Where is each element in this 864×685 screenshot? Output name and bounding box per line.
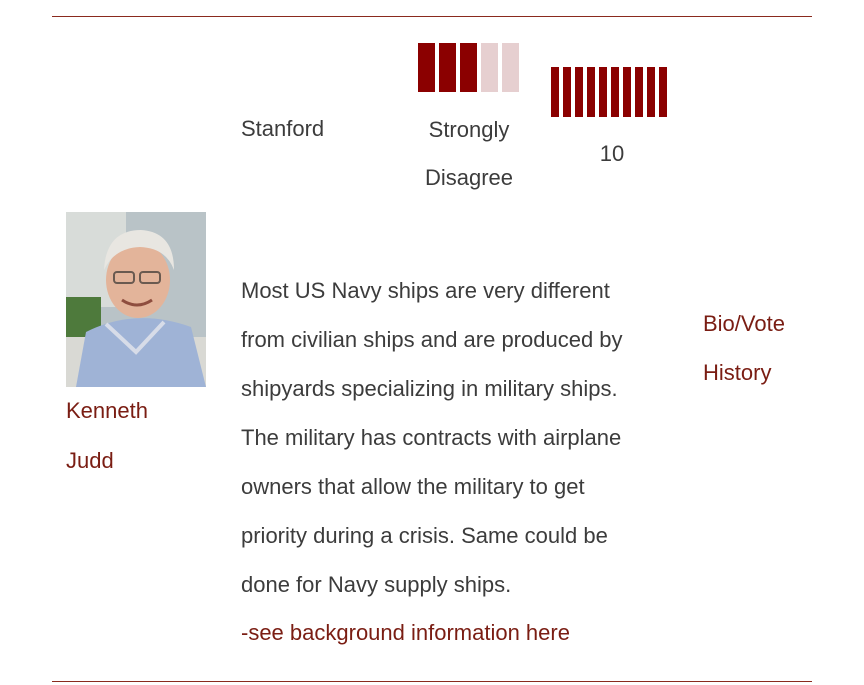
vote-label: Strongly Disagree [400, 106, 538, 202]
confidence-bar-4 [587, 67, 595, 117]
bio-link-line2: History [703, 360, 772, 385]
comment-line: owners that allow the military to get [241, 474, 585, 499]
vote-strength-bars [418, 43, 519, 92]
confidence-bar-10 [659, 67, 667, 117]
confidence-bar-9 [647, 67, 655, 117]
comment-line: from civilian ships and are produced by [241, 327, 623, 352]
participant-name: Kenneth Judd [66, 386, 196, 486]
confidence-bars [551, 67, 667, 117]
confidence-bar-1 [551, 67, 559, 117]
confidence-bar-5 [599, 67, 607, 117]
vote-label-line2: Disagree [424, 165, 514, 190]
bio-vote-history-link[interactable]: Bio/Vote History [703, 299, 813, 397]
top-divider [52, 16, 812, 17]
background-info-link[interactable]: -see background information here [241, 608, 570, 657]
participant-photo [66, 212, 206, 387]
vote-bar-5 [502, 43, 519, 92]
vote-bar-3 [460, 43, 477, 92]
comment-line: The military has contracts with airplane [241, 425, 622, 450]
vote-bar-4 [481, 43, 498, 92]
participant-school: Stanford [241, 116, 325, 141]
confidence-bar-2 [563, 67, 571, 117]
vote-bar-1 [418, 43, 435, 92]
confidence-bar-6 [611, 67, 619, 117]
comment-line: done for Navy supply ships. [241, 572, 512, 597]
confidence-value: 10 [599, 141, 625, 166]
comment-line: shipyards specializing in military ships… [241, 376, 618, 401]
bottom-divider [52, 681, 812, 682]
vote-bar-2 [439, 43, 456, 92]
confidence-bar-7 [623, 67, 631, 117]
confidence-bar-8 [635, 67, 643, 117]
participant-first-name: Kenneth [66, 398, 148, 423]
person-photo-icon [66, 212, 206, 387]
participant-last-name: Judd [66, 448, 114, 473]
comment-text: Most US Navy ships are very different fro… [241, 266, 681, 609]
bio-link-line1: Bio/Vote [703, 311, 785, 336]
comment-line: Most US Navy ships are very different [241, 278, 610, 303]
confidence-bar-3 [575, 67, 583, 117]
vote-label-line1: Strongly [428, 117, 510, 142]
comment-line: priority during a crisis. Same could be [241, 523, 608, 548]
